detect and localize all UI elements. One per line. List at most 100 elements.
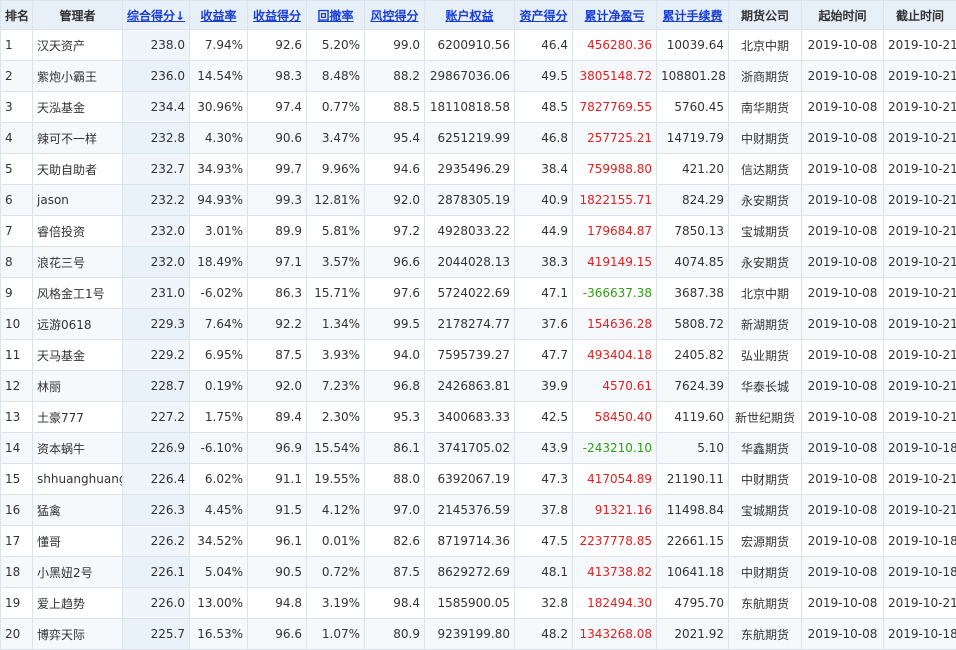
table-row[interactable]: 7睿倍投资232.03.01%89.95.81%97.24928033.2244… [1,216,956,247]
table-row[interactable]: 4辣可不一样232.84.30%90.63.47%95.46251219.994… [1,123,956,154]
cell-return-score: 89.4 [248,402,307,433]
cell-drawdown: 1.34% [307,309,365,340]
cell-total-score: 231.0 [123,278,190,309]
cell-manager: 睿倍投资 [33,216,123,247]
column-header-equity[interactable]: 账户权益 [425,1,515,30]
cell-broker: 永安期货 [729,247,802,278]
column-header-label[interactable]: 风控得分 [370,9,418,23]
table-row[interactable]: 14资本蜗牛226.9-6.10%96.915.54%86.13741705.0… [1,433,956,464]
cell-return-score: 96.6 [248,619,307,650]
table-row[interactable]: 3天泓基金234.430.96%97.40.77%88.518110818.58… [1,92,956,123]
cell-risk-score: 97.2 [365,216,425,247]
table-row[interactable]: 19爱上趋势226.013.00%94.83.19%98.41585900.05… [1,588,956,619]
cell-asset-score: 39.9 [515,371,573,402]
table-row[interactable]: 2紫炮小霸王236.014.54%98.38.48%88.229867036.0… [1,61,956,92]
table-row[interactable]: 15shhuanghuang226.46.02%91.119.55%88.063… [1,464,956,495]
table-row[interactable]: 12林丽228.70.19%92.07.23%96.82426863.8139.… [1,371,956,402]
cell-start-date: 2019-10-08 [802,557,884,588]
cell-rank: 4 [1,123,33,154]
column-header-label: 排名 [5,9,29,23]
cell-total-score: 232.0 [123,216,190,247]
cell-net-pnl: 182494.30 [573,588,657,619]
table-row[interactable]: 8浪花三号232.018.49%97.13.57%96.62044028.133… [1,247,956,278]
table-row[interactable]: 9风格金工1号231.0-6.02%86.315.71%97.65724022.… [1,278,956,309]
cell-end-date: 2019-10-18 [884,557,956,588]
table-row[interactable]: 18小黑妞2号226.15.04%90.50.72%87.58629272.69… [1,557,956,588]
cell-equity: 4928033.22 [425,216,515,247]
column-header-return-score[interactable]: 收益得分 [248,1,307,30]
cell-equity: 5724022.69 [425,278,515,309]
column-header-fees[interactable]: 累计手续费 [657,1,729,30]
cell-return-rate: 7.94% [190,30,248,61]
column-header-asset-score[interactable]: 资产得分 [515,1,573,30]
cell-return-rate: -6.10% [190,433,248,464]
column-header-return-rate[interactable]: 收益率 [190,1,248,30]
table-row[interactable]: 13土豪777227.21.75%89.42.30%95.33400683.33… [1,402,956,433]
cell-risk-score: 96.8 [365,371,425,402]
cell-rank: 13 [1,402,33,433]
column-header-label[interactable]: 收益得分 [253,9,301,23]
cell-rank: 6 [1,185,33,216]
cell-end-date: 2019-10-21 [884,278,956,309]
column-header-label[interactable]: 资产得分 [519,9,567,23]
cell-fees: 824.29 [657,185,729,216]
table-row[interactable]: 5天助自助者232.734.93%99.79.96%94.62935496.29… [1,154,956,185]
cell-asset-score: 48.5 [515,92,573,123]
cell-total-score: 225.7 [123,619,190,650]
cell-drawdown: 0.01% [307,526,365,557]
cell-drawdown: 2.30% [307,402,365,433]
column-header-total-score[interactable]: 综合得分↓ [123,1,190,30]
table-row[interactable]: 17懂哥226.234.52%96.10.01%82.68719714.3647… [1,526,956,557]
cell-fees: 2405.82 [657,340,729,371]
cell-start-date: 2019-10-08 [802,495,884,526]
cell-asset-score: 37.8 [515,495,573,526]
cell-rank: 20 [1,619,33,650]
cell-net-pnl: 419149.15 [573,247,657,278]
cell-broker: 弘业期货 [729,340,802,371]
table-row[interactable]: 6jason232.294.93%99.312.81%92.02878305.1… [1,185,956,216]
cell-manager: 辣可不一样 [33,123,123,154]
cell-net-pnl: 154636.28 [573,309,657,340]
table-row[interactable]: 1汉天资产238.07.94%92.65.20%99.06200910.5646… [1,30,956,61]
column-header-drawdown[interactable]: 回撤率 [307,1,365,30]
cell-start-date: 2019-10-08 [802,340,884,371]
cell-broker: 中财期货 [729,464,802,495]
cell-return-score: 96.9 [248,433,307,464]
cell-broker: 信达期货 [729,154,802,185]
table-row[interactable]: 20博弈天际225.716.53%96.61.07%80.99239199.80… [1,619,956,650]
cell-return-score: 92.2 [248,309,307,340]
column-header-label[interactable]: 账户权益 [445,9,493,23]
column-header-label[interactable]: 综合得分↓ [127,9,185,23]
cell-asset-score: 38.4 [515,154,573,185]
cell-total-score: 226.2 [123,526,190,557]
cell-end-date: 2019-10-21 [884,402,956,433]
column-header-label[interactable]: 回撤率 [317,9,353,23]
column-header-label: 期货公司 [741,9,789,23]
cell-asset-score: 48.2 [515,619,573,650]
cell-equity: 2145376.59 [425,495,515,526]
cell-return-rate: 3.01% [190,216,248,247]
table-row[interactable]: 16猛禽226.34.45%91.54.12%97.02145376.5937.… [1,495,956,526]
column-header-risk-score[interactable]: 风控得分 [365,1,425,30]
cell-drawdown: 12.81% [307,185,365,216]
column-header-net-pnl[interactable]: 累计净盈亏 [573,1,657,30]
column-header-label[interactable]: 收益率 [200,9,236,23]
cell-drawdown: 4.12% [307,495,365,526]
cell-risk-score: 92.0 [365,185,425,216]
cell-return-rate: 7.64% [190,309,248,340]
cell-risk-score: 96.6 [365,247,425,278]
cell-asset-score: 44.9 [515,216,573,247]
cell-end-date: 2019-10-21 [884,340,956,371]
column-header-label[interactable]: 累计手续费 [662,9,722,23]
cell-total-score: 236.0 [123,61,190,92]
cell-fees: 10641.18 [657,557,729,588]
table-row[interactable]: 10远游0618229.37.64%92.21.34%99.52178274.7… [1,309,956,340]
cell-fees: 5808.72 [657,309,729,340]
column-header-label[interactable]: 累计净盈亏 [584,9,644,23]
table-row[interactable]: 11天马基金229.26.95%87.53.93%94.07595739.274… [1,340,956,371]
cell-asset-score: 40.9 [515,185,573,216]
cell-broker: 中财期货 [729,557,802,588]
cell-net-pnl: 91321.16 [573,495,657,526]
cell-start-date: 2019-10-08 [802,61,884,92]
cell-net-pnl: 417054.89 [573,464,657,495]
